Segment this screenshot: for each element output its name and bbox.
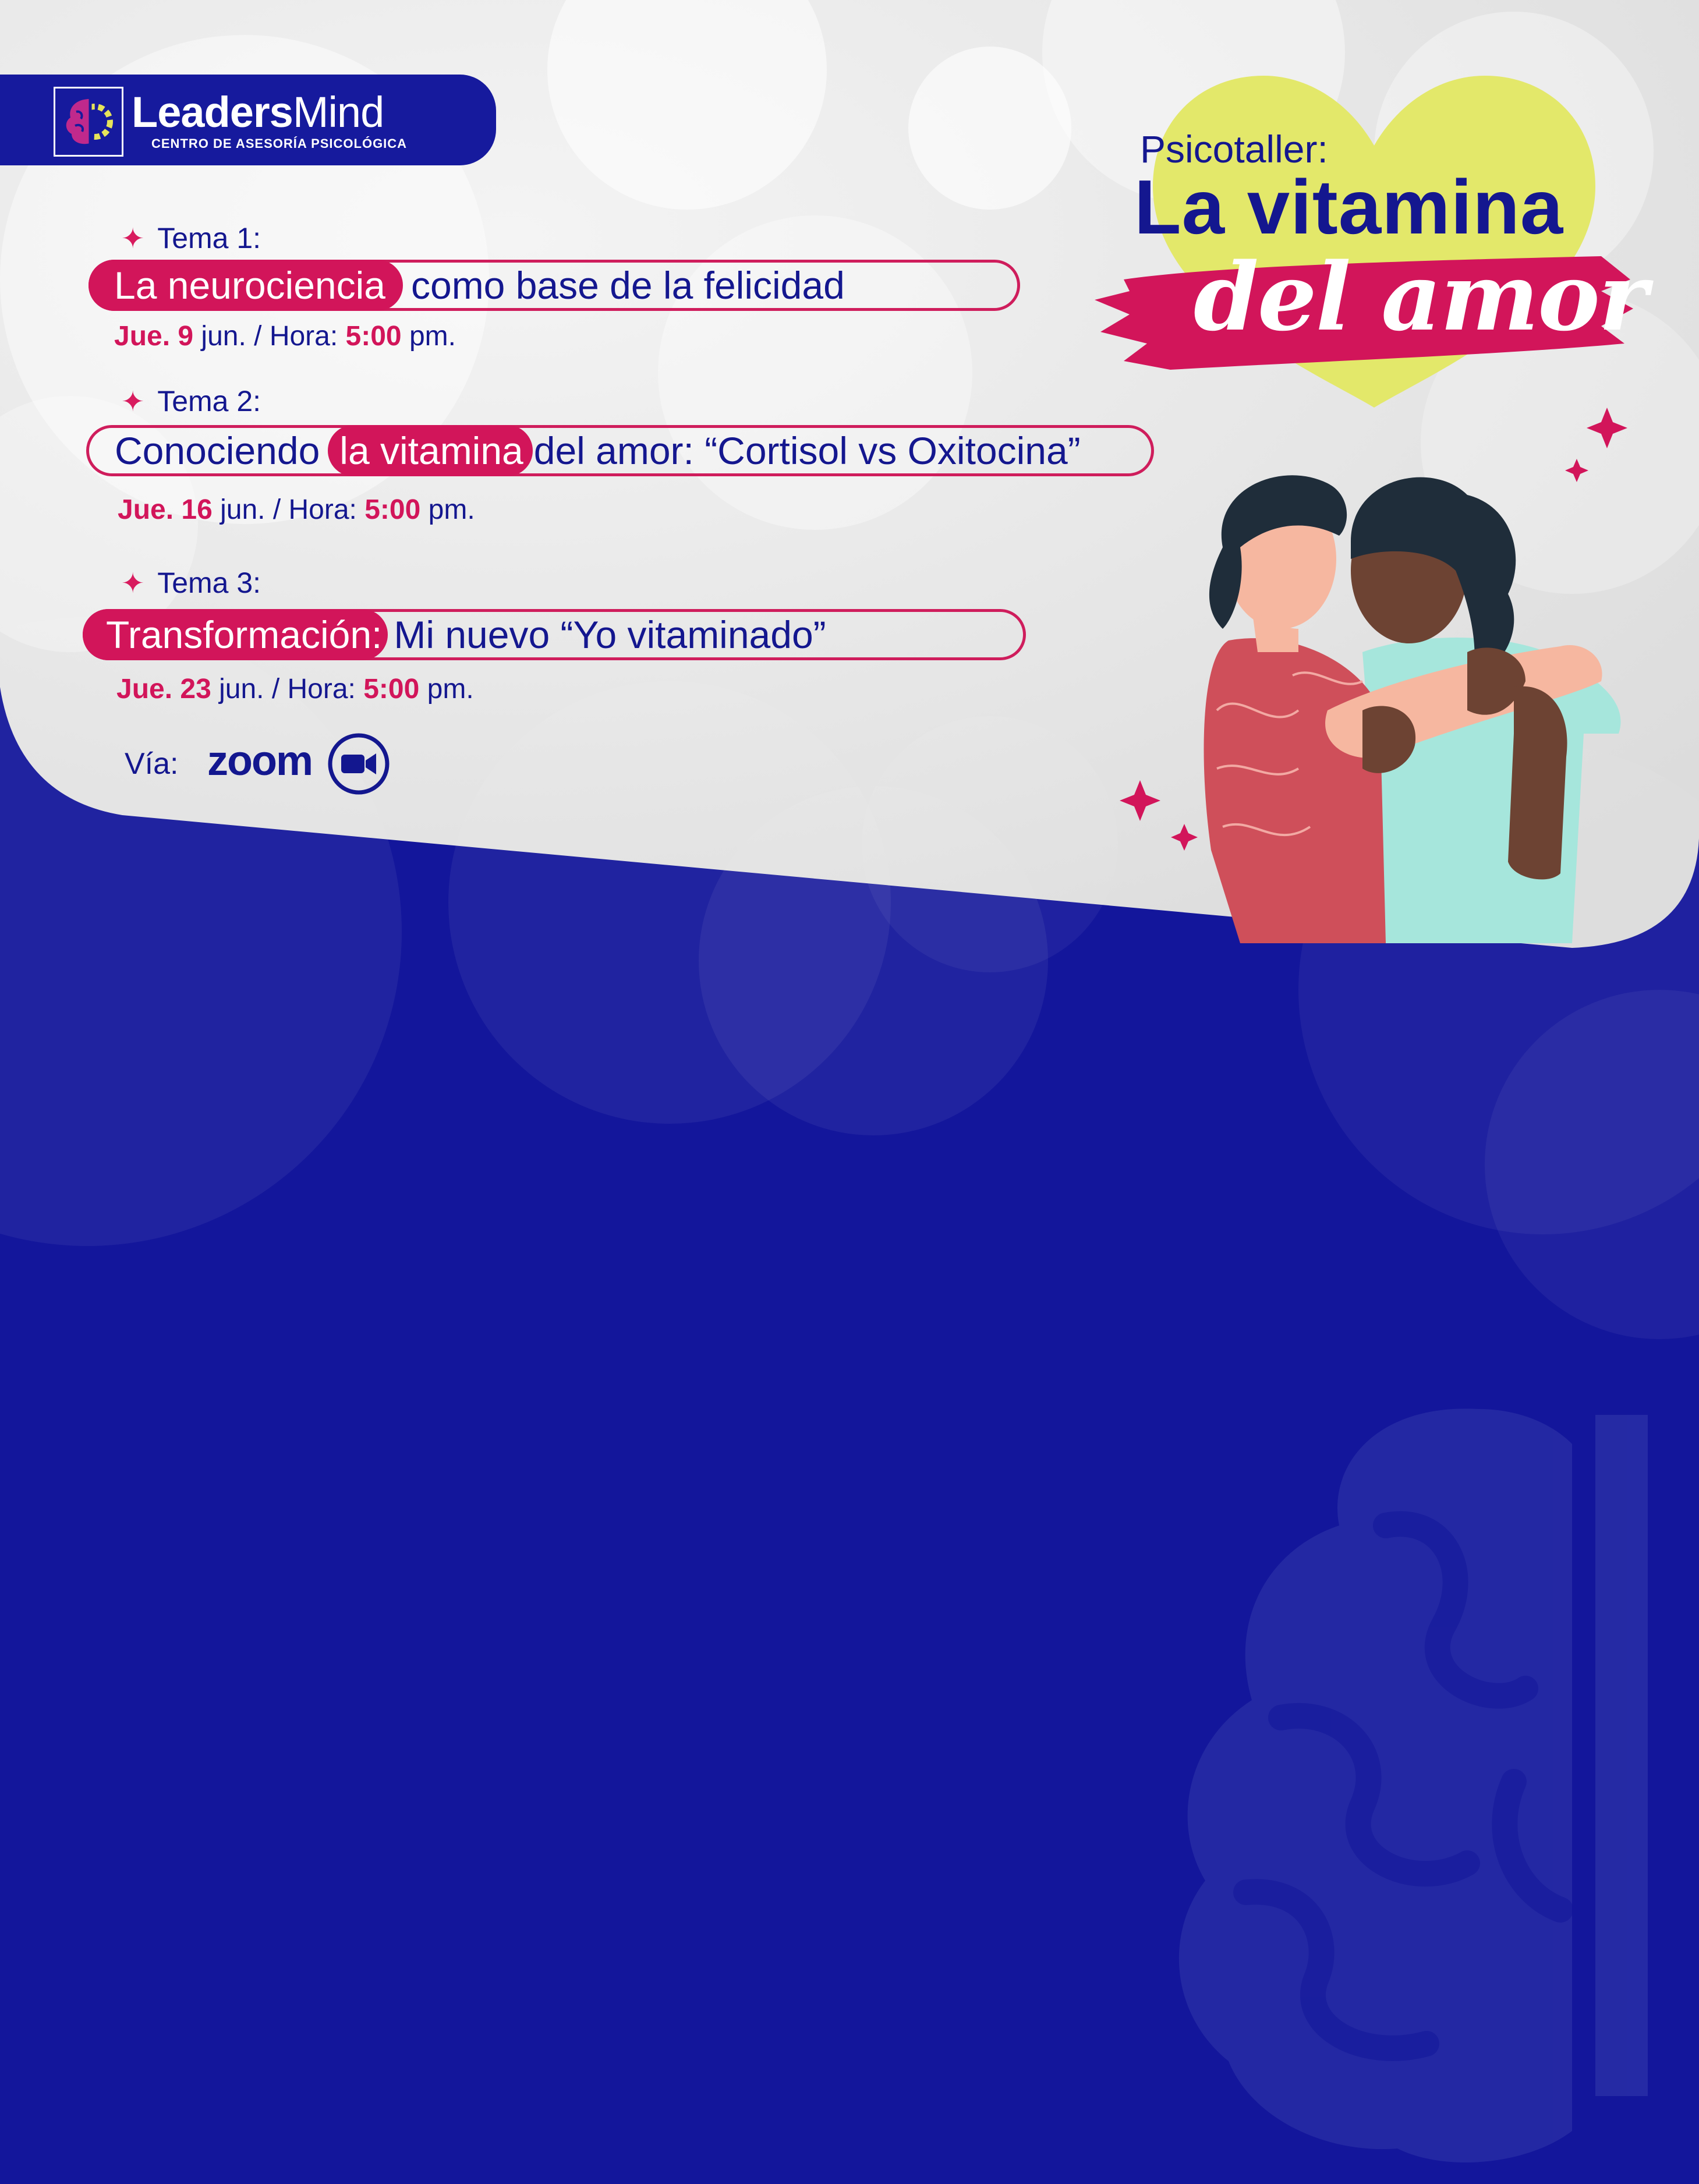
sparkle-icon: ✦ bbox=[121, 224, 145, 254]
topic-1-highlight: La neurociencia bbox=[89, 260, 403, 311]
topic-2-pill: Conociendo la vitamina del amor: “Cortis… bbox=[86, 425, 1154, 476]
logo-emblem bbox=[54, 87, 123, 157]
topic-1-date: Jue. 9 jun. / Hora: 5:00 pm. bbox=[114, 321, 456, 352]
topic-1-label: ✦ Tema 1: bbox=[121, 222, 261, 254]
sparkle-icon: ✦ bbox=[121, 387, 145, 417]
topic-3-pill: Transformación: Mi nuevo “Yo vitaminado” bbox=[83, 609, 1026, 660]
topic-2-date: Jue. 16 jun. / Hora: 5:00 pm. bbox=[118, 494, 475, 525]
topic-3-highlight: Transformación: bbox=[83, 609, 388, 660]
topic-2-highlight: la vitamina bbox=[328, 425, 533, 476]
topic-1-pill: La neurociencia como base de la felicida… bbox=[89, 260, 1020, 311]
zoom-logo: zoom bbox=[207, 738, 313, 784]
topic-3-label: ✦ Tema 3: bbox=[121, 567, 261, 599]
topic-1-text: como base de la felicidad bbox=[411, 264, 845, 307]
brand-subtitle: CENTRO DE ASESORÍA PSICOLÓGICA bbox=[151, 136, 408, 151]
poster: LeadersMind CENTRO DE ASESORÍA PSICOLÓGI… bbox=[0, 0, 1699, 2184]
topic-2-label: ✦ Tema 2: bbox=[121, 385, 261, 417]
title-script: del amor bbox=[1194, 242, 1648, 352]
via-label: Vía: bbox=[125, 747, 179, 781]
sparkle-icon: ✦ bbox=[121, 568, 145, 599]
brain-gear-icon bbox=[66, 99, 113, 144]
hugging-couple-illustration bbox=[1120, 408, 1627, 943]
logo-bar: LeadersMind CENTRO DE ASESORÍA PSICOLÓGI… bbox=[0, 75, 496, 165]
topic-2-lead: Conociendo bbox=[115, 429, 320, 472]
topic-2-text: del amor: “Cortisol vs Oxitocina” bbox=[533, 429, 1081, 472]
topic-3-date: Jue. 23 jun. / Hora: 5:00 pm. bbox=[116, 674, 474, 705]
video-camera-icon bbox=[328, 733, 390, 795]
title-main: La vitamina bbox=[1134, 164, 1564, 250]
brand-name: LeadersMind bbox=[132, 88, 384, 136]
topic-3-text: Mi nuevo “Yo vitaminado” bbox=[394, 613, 826, 656]
